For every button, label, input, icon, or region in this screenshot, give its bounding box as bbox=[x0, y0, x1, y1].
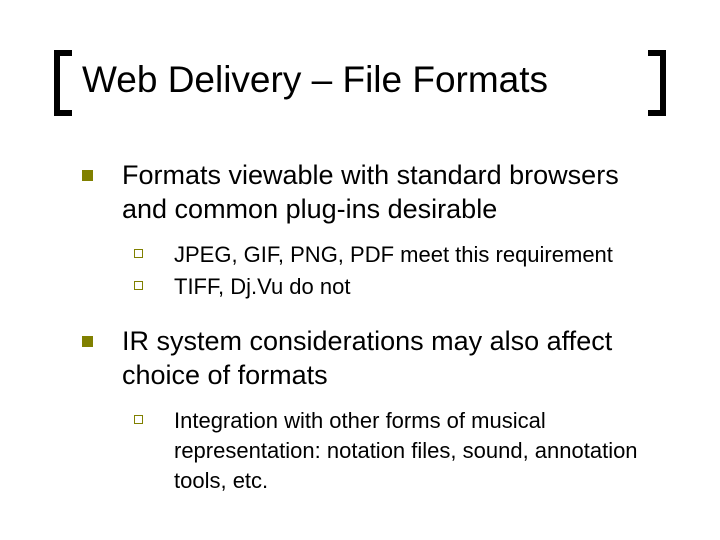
title-container: Web Delivery – File Formats bbox=[54, 52, 666, 114]
sub-bullet-group: JPEG, GIF, PNG, PDF meet this requiremen… bbox=[78, 240, 658, 302]
open-square-bullet-icon bbox=[134, 281, 143, 290]
slide-title: Web Delivery – File Formats bbox=[82, 58, 548, 102]
square-bullet-icon bbox=[82, 336, 93, 347]
bullet-level2: Integration with other forms of musical … bbox=[78, 406, 658, 496]
slide: Web Delivery – File Formats Formats view… bbox=[0, 0, 720, 540]
bullet-text: Formats viewable with standard browsers … bbox=[122, 160, 619, 224]
sub-bullet-text: TIFF, Dj.Vu do not bbox=[174, 274, 350, 299]
square-bullet-icon bbox=[82, 170, 93, 181]
slide-body: Formats viewable with standard browsers … bbox=[78, 158, 658, 518]
sub-bullet-text: Integration with other forms of musical … bbox=[174, 408, 638, 493]
open-square-bullet-icon bbox=[134, 415, 143, 424]
bullet-text: IR system considerations may also affect… bbox=[122, 326, 612, 390]
bullet-level1: IR system considerations may also affect… bbox=[78, 324, 658, 392]
bullet-level2: TIFF, Dj.Vu do not bbox=[78, 272, 658, 302]
bullet-level1: Formats viewable with standard browsers … bbox=[78, 158, 658, 226]
bullet-level2: JPEG, GIF, PNG, PDF meet this requiremen… bbox=[78, 240, 658, 270]
sub-bullet-text: JPEG, GIF, PNG, PDF meet this requiremen… bbox=[174, 242, 613, 267]
open-square-bullet-icon bbox=[134, 249, 143, 258]
bracket-right-icon bbox=[648, 50, 666, 116]
sub-bullet-group: Integration with other forms of musical … bbox=[78, 406, 658, 496]
bracket-left-icon bbox=[54, 50, 72, 116]
